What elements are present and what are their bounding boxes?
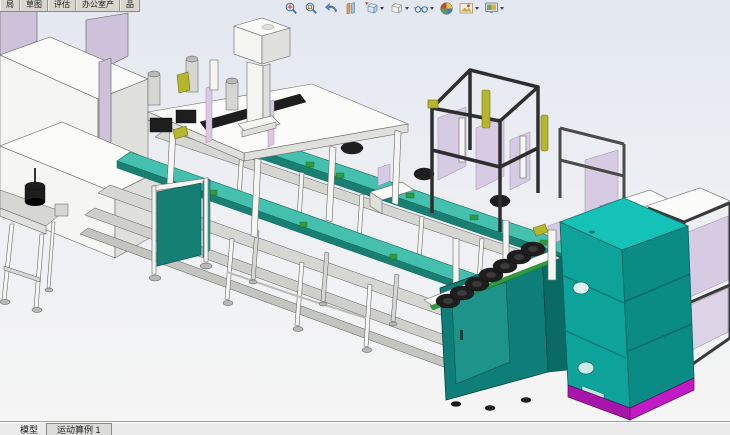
bottom-tab-bar: 模型 运动算例 1 <box>0 421 730 435</box>
tab-model[interactable]: 模型 <box>18 423 40 435</box>
chevron-down-icon[interactable] <box>475 7 479 10</box>
zoom-to-area-icon[interactable] <box>304 1 319 16</box>
zoom-to-fit-icon[interactable] <box>284 1 299 16</box>
view-orientation-icon[interactable] <box>364 1 384 16</box>
command-tab[interactable]: 办公室产 <box>76 0 120 11</box>
section-view-icon[interactable] <box>344 1 359 16</box>
apply-scene-icon[interactable] <box>459 1 479 16</box>
chevron-down-icon[interactable] <box>500 7 504 10</box>
chevron-down-icon[interactable] <box>430 7 434 10</box>
tall-electrical-cabinet <box>560 198 694 420</box>
command-tab[interactable]: 品 <box>120 0 140 11</box>
hide-show-items-icon[interactable] <box>414 1 434 16</box>
tab-motion-study[interactable]: 运动算例 1 <box>46 423 112 435</box>
edit-appearance-icon[interactable] <box>439 1 454 16</box>
headsup-view-toolbar <box>284 1 504 16</box>
chevron-down-icon[interactable] <box>405 7 409 10</box>
command-tab[interactable]: 局 <box>0 0 20 11</box>
view-settings-icon[interactable] <box>484 1 504 16</box>
command-tab[interactable]: 评估 <box>48 0 76 11</box>
viewport-3d[interactable] <box>0 0 730 421</box>
command-tab[interactable]: 草图 <box>20 0 48 11</box>
display-style-icon[interactable] <box>389 1 409 16</box>
chevron-down-icon[interactable] <box>380 7 384 10</box>
application-window: 局 草图 评估 办公室产 品 <box>0 0 730 435</box>
previous-view-icon[interactable] <box>324 1 339 16</box>
command-manager-tabs: 局 草图 评估 办公室产 品 <box>0 0 140 12</box>
